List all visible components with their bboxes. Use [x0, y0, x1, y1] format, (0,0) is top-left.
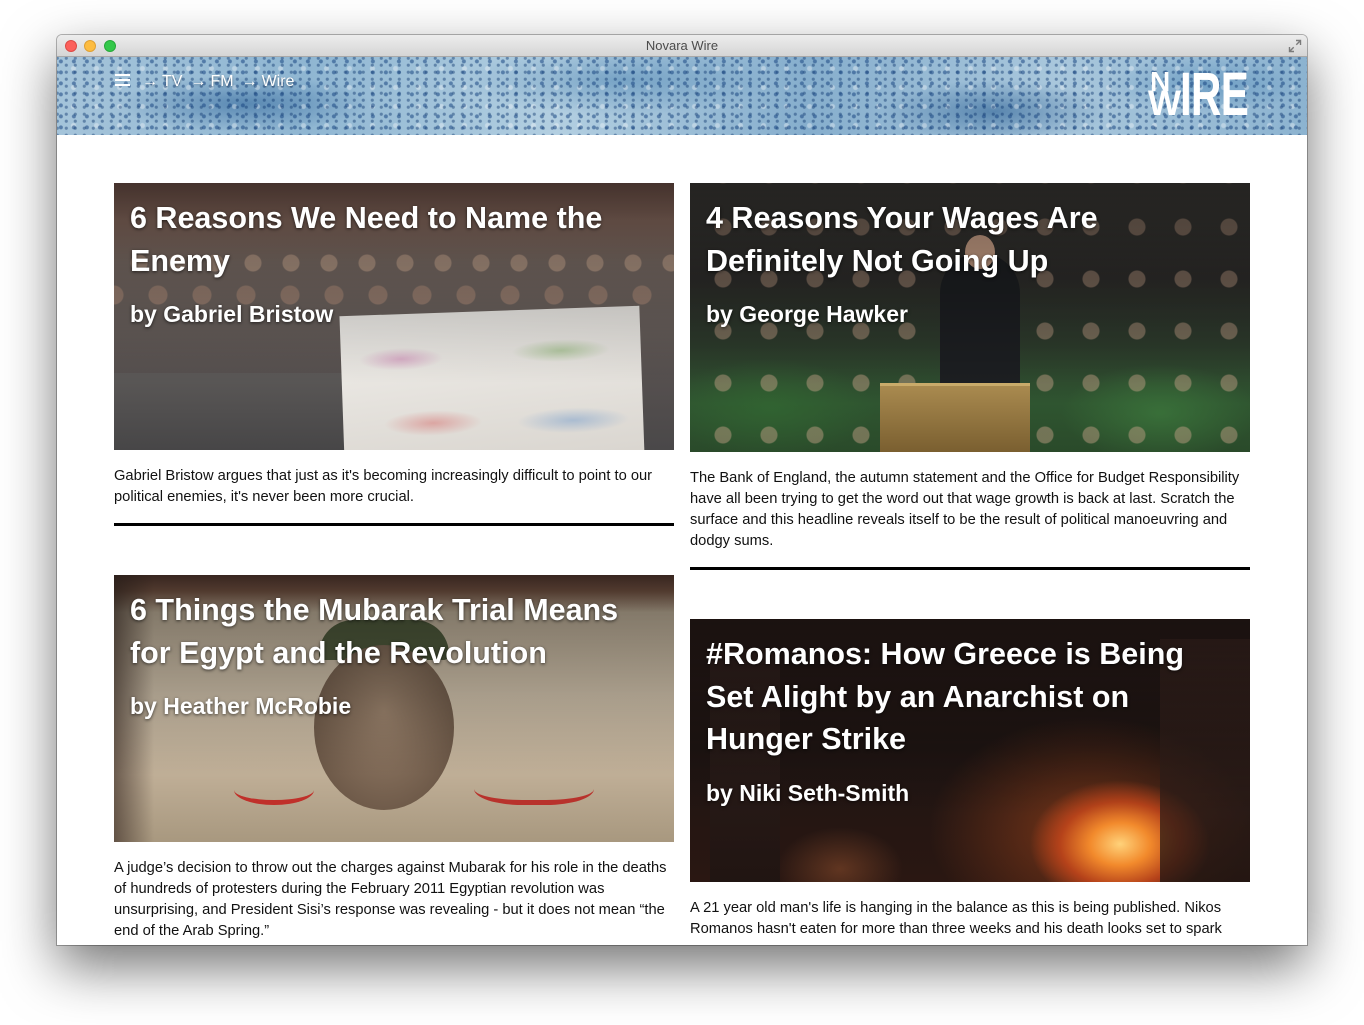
- article-summary: A 21 year old man's life is hanging in t…: [690, 900, 1222, 937]
- nav-link-tv[interactable]: → TV: [142, 72, 182, 92]
- article-card: 4 Reasons Your Wages Are Definitely Not …: [690, 183, 1250, 570]
- article-card: #Romanos: How Greece is Being Set Alight…: [690, 619, 1250, 940]
- window-title: Novara Wire: [645, 38, 719, 53]
- title-overlay: 6 Reasons We Need to Name the Enemy by G…: [114, 183, 674, 329]
- article-image[interactable]: #Romanos: How Greece is Being Set Alight…: [690, 619, 1250, 882]
- article-card: 6 Things the Mubarak Trial Means for Egy…: [114, 575, 674, 945]
- site-nav: → TV → FM → Wire: [142, 72, 294, 92]
- nav-label: TV: [162, 73, 183, 90]
- article-byline: by Gabriel Bristow: [130, 301, 334, 327]
- browser-window: Novara Wire → TV → FM → Wire N W IRE 6 R…: [57, 35, 1307, 945]
- article-divider: [114, 523, 674, 526]
- nav-link-wire[interactable]: → Wire: [242, 72, 295, 92]
- nav-arrow: →: [190, 73, 207, 90]
- article-summary: The Bank of England, the autumn statemen…: [690, 470, 1240, 549]
- article-summary: Gabriel Bristow argues that just as it's…: [114, 468, 653, 505]
- article-image[interactable]: 6 Things the Mubarak Trial Means for Egy…: [114, 575, 674, 842]
- nav-arrow: →: [241, 73, 258, 90]
- article-title[interactable]: 4 Reasons Your Wages Are Definitely Not …: [706, 197, 1226, 282]
- article-byline: by Heather McRobie: [130, 693, 352, 719]
- article-title[interactable]: 6 Things the Mubarak Trial Means for Egy…: [130, 589, 650, 674]
- title-overlay: 6 Things the Mubarak Trial Means for Egy…: [114, 575, 674, 721]
- article-divider: [690, 567, 1250, 570]
- site-header: → TV → FM → Wire N W IRE: [57, 57, 1307, 135]
- nav-arrow: →: [142, 73, 158, 90]
- fullscreen-button[interactable]: [1288, 39, 1302, 53]
- fullscreen-icon: [1288, 39, 1302, 53]
- logo-wordmark: IRE: [1180, 60, 1249, 128]
- nav-label: FM: [210, 73, 234, 90]
- title-overlay: #Romanos: How Greece is Being Set Alight…: [690, 619, 1250, 808]
- title-bar[interactable]: Novara Wire: [57, 35, 1307, 57]
- nav-label: Wire: [261, 73, 295, 90]
- article-byline: by George Hawker: [706, 301, 908, 327]
- nav-link-fm[interactable]: → FM: [190, 72, 233, 92]
- title-overlay: 4 Reasons Your Wages Are Definitely Not …: [690, 183, 1250, 329]
- article-image[interactable]: 6 Reasons We Need to Name the Enemy by G…: [114, 183, 674, 450]
- menu-button[interactable]: [115, 73, 130, 87]
- logo-mark-bottom: W: [1148, 84, 1182, 123]
- article-grid: 6 Reasons We Need to Name the Enemy by G…: [57, 135, 1307, 945]
- hamburger-icon: [115, 74, 130, 86]
- article-card: 6 Reasons We Need to Name the Enemy by G…: [114, 183, 674, 526]
- article-byline: by Niki Seth-Smith: [706, 779, 910, 806]
- article-summary: A judge’s decision to throw out the char…: [114, 860, 667, 939]
- article-title[interactable]: #Romanos: How Greece is Being Set Alight…: [706, 633, 1226, 761]
- site-logo[interactable]: N W IRE: [1147, 60, 1251, 128]
- article-image[interactable]: 4 Reasons Your Wages Are Definitely Not …: [690, 183, 1250, 452]
- article-title[interactable]: 6 Reasons We Need to Name the Enemy: [130, 197, 650, 282]
